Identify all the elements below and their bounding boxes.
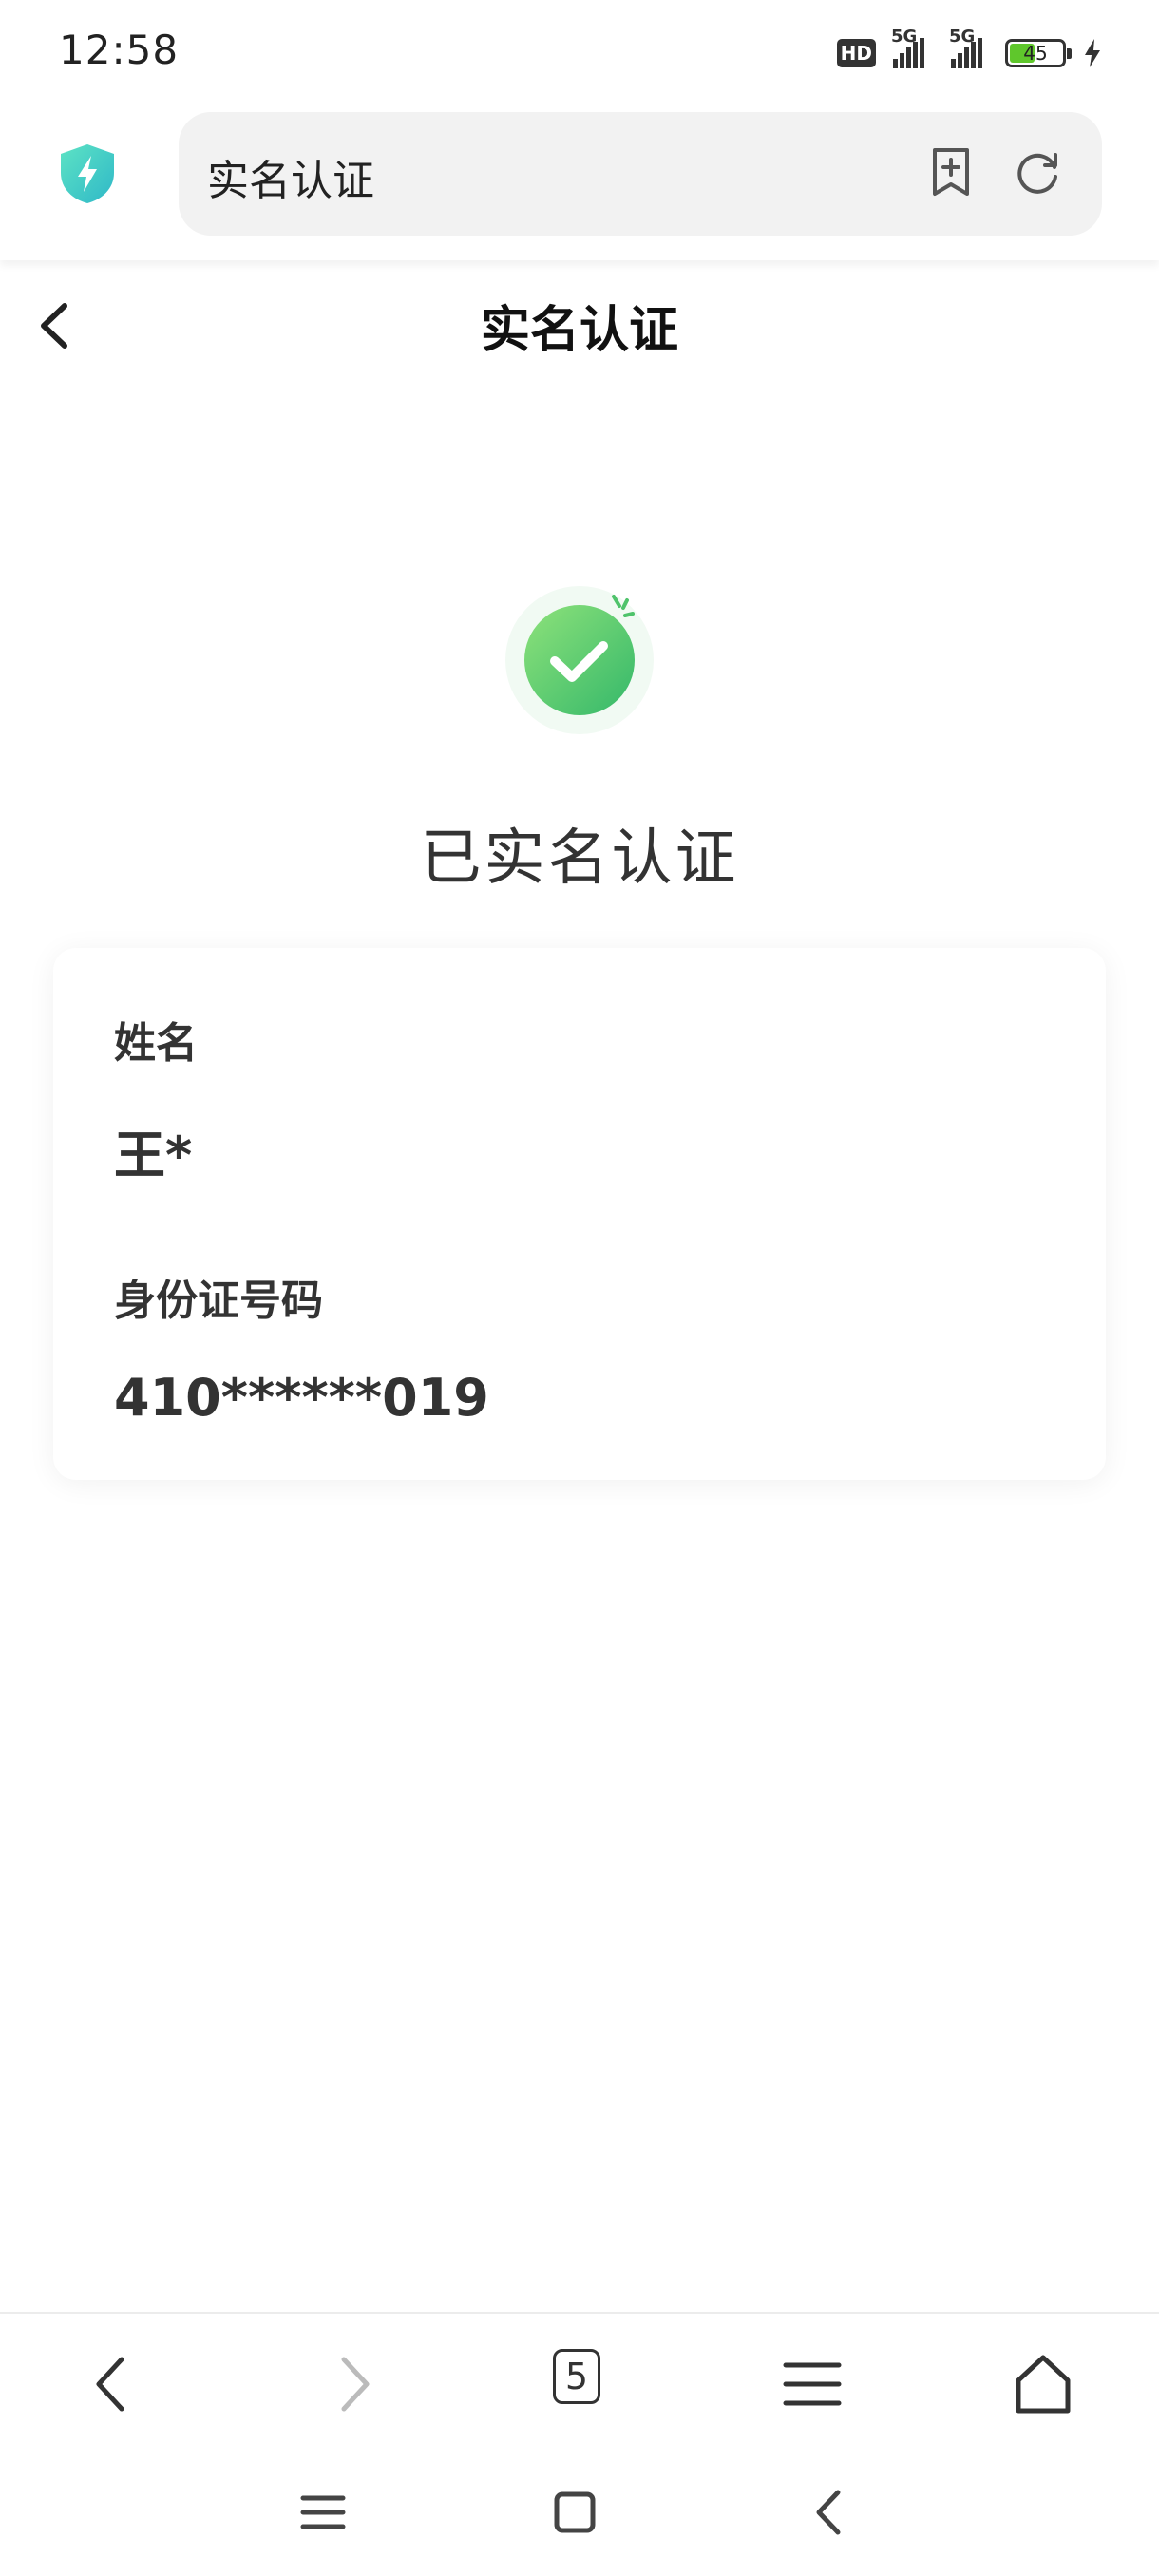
back-nav-icon[interactable] (796, 2479, 863, 2546)
verified-check-icon (505, 586, 654, 734)
home-icon[interactable] (1005, 2346, 1081, 2422)
status-time: 12:58 (59, 27, 180, 73)
refresh-icon[interactable] (1011, 144, 1066, 199)
page-title: 实名认证 (480, 302, 678, 359)
name-value: 王* (114, 1126, 193, 1185)
signal-icon: 5G (891, 27, 924, 68)
battery-icon: 45 (1005, 39, 1072, 67)
signal-icon: 5G (949, 27, 982, 68)
battery-level: 45 (1023, 42, 1048, 65)
url-title[interactable]: 实名认证 (207, 146, 374, 207)
recent-apps-icon[interactable] (290, 2479, 356, 2546)
status-icons: HD 5G 5G 45 (836, 27, 1102, 74)
network-label: 5G (949, 27, 976, 47)
name-label: 姓名 (114, 1019, 198, 1068)
browser-back-icon[interactable] (76, 2346, 152, 2422)
hd-badge: HD (836, 39, 876, 67)
home-nav-icon[interactable] (542, 2479, 608, 2546)
tabs-count-button[interactable]: 5 (553, 2349, 600, 2404)
shield-lightning-icon[interactable] (57, 142, 118, 205)
id-number-value: 410******019 (114, 1368, 489, 1428)
verified-status-text: 已实名认证 (420, 824, 739, 894)
bookmark-add-icon[interactable] (923, 144, 978, 199)
menu-icon[interactable] (774, 2346, 850, 2422)
id-number-label: 身份证号码 (114, 1277, 323, 1325)
lightning-icon (1085, 39, 1100, 67)
network-label: 5G (891, 27, 918, 47)
browser-forward-icon[interactable] (314, 2346, 390, 2422)
